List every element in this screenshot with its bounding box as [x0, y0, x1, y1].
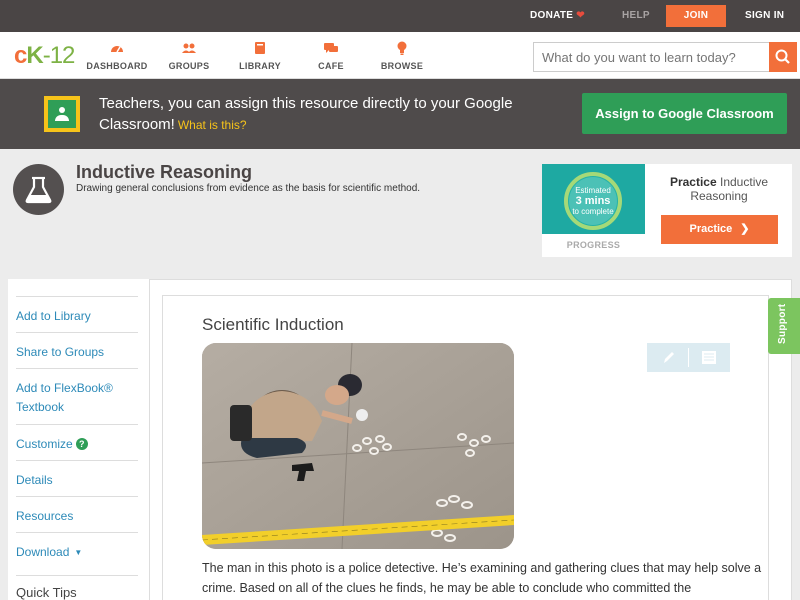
banner-text: Teachers, you can assign this resource d… — [99, 95, 513, 133]
what-is-this-link[interactable]: What is this? — [178, 118, 247, 132]
browse-lightbulb-icon — [397, 41, 407, 55]
download-label: Download — [16, 545, 70, 559]
chevron-right-icon: ❯ — [740, 223, 750, 235]
concept-title: Inductive Reasoning — [76, 162, 253, 182]
search-input[interactable] — [533, 42, 769, 72]
nav-dashboard-label: DASHBOARD — [86, 61, 148, 71]
nav-cafe[interactable]: CAFE — [296, 40, 366, 71]
estimated-label: Estimated — [575, 186, 611, 195]
nav-groups-label: GROUPS — [168, 61, 210, 71]
practice-button[interactable]: Practice ❯ — [661, 215, 778, 244]
help-question-icon[interactable]: ? — [75, 438, 88, 450]
nav-dashboard[interactable]: DASHBOARD — [82, 40, 152, 71]
sidebar-customize[interactable]: Customize? — [16, 424, 138, 460]
practice-button-label: Practice — [689, 223, 733, 235]
concept-subtitle: Drawing general conclusions from evidenc… — [76, 183, 421, 194]
article-title: Scientific Induction — [202, 315, 344, 334]
support-label: Support — [777, 303, 788, 344]
google-classroom-icon — [44, 96, 80, 132]
practice-card: Estimated 3 mins to complete PROGRESS Pr… — [542, 164, 792, 257]
detective-photo — [202, 343, 514, 549]
dashboard-gauge-icon — [111, 46, 123, 53]
customize-label: Customize — [16, 437, 73, 451]
pencil-icon — [664, 352, 674, 363]
library-book-icon — [255, 42, 265, 54]
sign-in-link[interactable]: SIGN IN — [745, 0, 784, 32]
logo-c: c — [14, 42, 27, 69]
logo-k: K — [26, 42, 43, 69]
logo-number: 12 — [49, 42, 76, 69]
quick-tips-heading: Quick Tips — [16, 575, 138, 600]
help-link[interactable]: HELP — [622, 0, 650, 32]
groups-people-icon — [182, 43, 196, 53]
article-paragraph: The man in this photo is a police detect… — [202, 561, 762, 595]
notes-icon — [702, 351, 716, 364]
sidebar-add-to-library[interactable]: Add to Library — [16, 296, 138, 332]
concept-flask-icon — [13, 164, 64, 215]
nav-browse-label: BROWSE — [380, 61, 424, 71]
join-button[interactable]: JOIN — [666, 5, 726, 27]
cafe-chat-icon — [324, 43, 338, 53]
banner-message: Teachers, you can assign this resource d… — [99, 93, 539, 136]
sidebar-add-to-flexbook[interactable]: Add to FlexBook® Textbook — [16, 368, 138, 424]
ck12-logo[interactable]: cK-12 — [14, 42, 76, 70]
notes-button[interactable] — [689, 343, 729, 372]
assign-to-google-classroom-button[interactable]: Assign to Google Classroom — [582, 93, 787, 134]
sidebar-resources[interactable]: Resources — [16, 496, 138, 532]
left-sidebar: Add to Library Share to Groups Add to Fl… — [8, 279, 150, 600]
heart-icon: ❤ — [576, 10, 585, 21]
nav-library-label: LIBRARY — [239, 61, 281, 71]
progress-label: PROGRESS — [566, 240, 621, 250]
nav-cafe-label: CAFE — [318, 61, 344, 71]
nav-groups[interactable]: GROUPS — [154, 40, 224, 71]
search-button[interactable] — [769, 42, 797, 72]
nav-browse[interactable]: BROWSE — [367, 40, 437, 71]
donate-link[interactable]: DONATE ❤ — [530, 0, 585, 32]
search-icon — [775, 49, 790, 64]
estimated-suffix: to complete — [572, 207, 614, 216]
sidebar-details[interactable]: Details — [16, 460, 138, 496]
practice-description: Practice Inductive Reasoning — [654, 175, 784, 203]
practice-bold: Practice — [669, 175, 717, 189]
nav-library[interactable]: LIBRARY — [225, 40, 295, 71]
estimated-minutes: 3 mins — [575, 195, 611, 207]
top-utility-bar: DONATE ❤ HELP JOIN SIGN IN — [0, 0, 800, 32]
logo-dash: - — [42, 42, 51, 69]
sidebar-share-to-groups[interactable]: Share to Groups — [16, 332, 138, 368]
support-tab[interactable]: Support — [768, 298, 800, 354]
caret-down-icon: ▼ — [74, 548, 83, 557]
annotate-pencil-button[interactable] — [648, 343, 688, 372]
sidebar-download[interactable]: Download ▼ — [16, 532, 138, 568]
practice-estimate-graphic: Estimated 3 mins to complete — [542, 164, 645, 234]
main-navigation: cK-12 DASHBOARD GROUPS LIBRARY CAFE BROW… — [0, 32, 800, 79]
estimated-time-badge: Estimated 3 mins to complete — [569, 177, 617, 225]
